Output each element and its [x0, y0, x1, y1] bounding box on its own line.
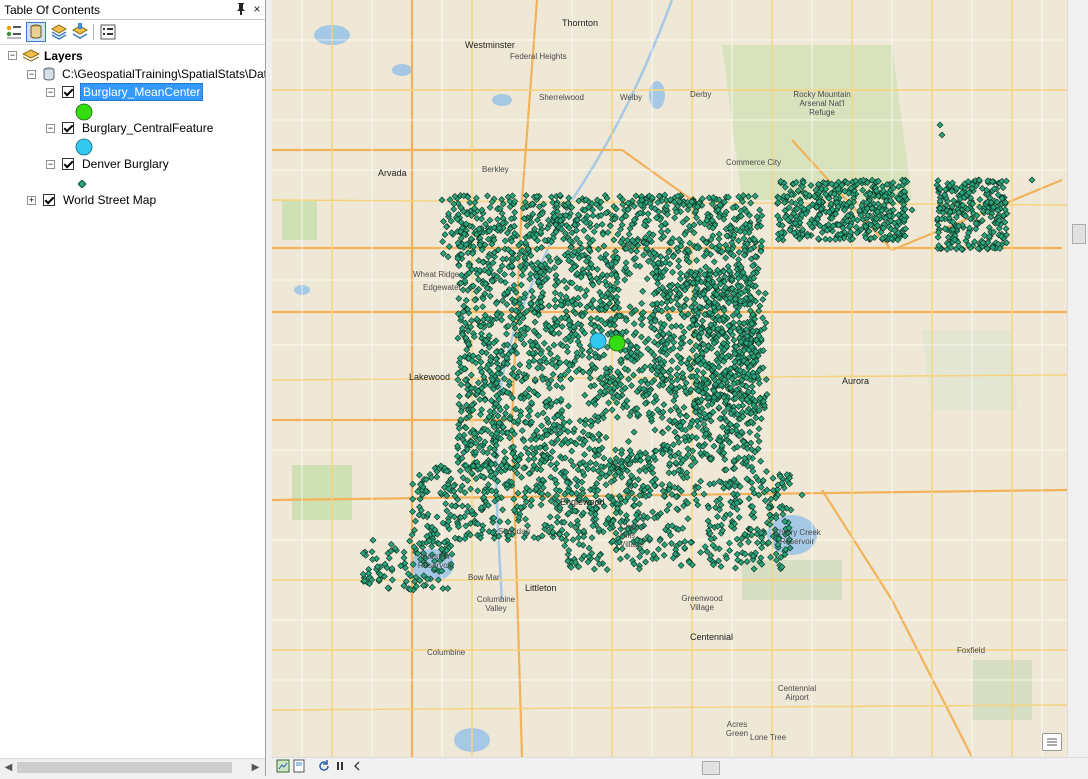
layer-tree: − Layers − C:\GeospatialTraining\Spatial…	[0, 45, 265, 755]
scroll-thumb[interactable]	[17, 762, 232, 773]
toc-title-bar: Table Of Contents ×	[0, 0, 265, 20]
place-label: Columbine	[427, 648, 466, 657]
place-label: Greenwood Village	[681, 594, 723, 612]
place-label: Welby	[620, 93, 643, 102]
layer-visibility-checkbox[interactable]	[43, 194, 55, 206]
data-source-path: C:\GeospatialTraining\SpatialStats\Dat	[62, 67, 265, 81]
tree-data-source[interactable]: − C:\GeospatialTraining\SpatialStats\Dat	[0, 65, 265, 83]
list-by-visibility-icon[interactable]	[49, 22, 69, 42]
layers-root-label: Layers	[44, 49, 83, 63]
toc-horizontal-scrollbar[interactable]: ◀ ▶	[0, 758, 265, 776]
place-label: Lone Tree	[750, 733, 787, 742]
place-label: Columbine Valley	[476, 595, 516, 613]
toc-title: Table Of Contents	[4, 3, 101, 17]
layer-label[interactable]: Burglary_CentralFeature	[82, 119, 213, 137]
layer-visibility-checkbox[interactable]	[62, 158, 74, 170]
layout-view-icon[interactable]	[291, 759, 307, 775]
place-label: Berkley	[482, 165, 509, 174]
city-label: Lakewood	[409, 372, 451, 382]
place-label: Edgewater	[423, 283, 462, 292]
close-icon[interactable]: ×	[250, 1, 264, 17]
place-label: Foxfield	[957, 646, 986, 655]
place-label: Federal Heights	[510, 52, 567, 61]
city-label: Englewood	[560, 497, 605, 507]
table-of-contents-panel: Table Of Contents × − Layers − C:\Geospa…	[0, 0, 266, 776]
place-label: Commerce City	[726, 158, 782, 167]
arsenal-refuge-park	[722, 45, 912, 200]
toolbar-separator	[93, 24, 94, 40]
pause-icon[interactable]	[332, 759, 348, 775]
layer-row-world-street-map[interactable]: + World Street Map	[0, 191, 265, 209]
map-vertical-scrollbar[interactable]	[1067, 0, 1088, 757]
map-status-bar	[272, 757, 1088, 777]
scroll-left-icon[interactable]: ◀	[0, 759, 17, 776]
world-street-map-basemap	[272, 0, 1067, 757]
city-label: Westminster	[465, 40, 515, 50]
pin-icon[interactable]	[234, 1, 248, 17]
map-view[interactable]: Thornton Westminster Arvada Lakewood Aur…	[272, 0, 1067, 757]
collapse-icon[interactable]: −	[46, 124, 55, 133]
city-label: Arvada	[378, 168, 407, 178]
scroll-left-icon[interactable]	[349, 759, 365, 775]
mean-center-marker	[608, 334, 626, 352]
layer-row-denver-burglary[interactable]: − Denver Burglary	[0, 155, 265, 173]
place-label: Sherrelwood	[539, 93, 584, 102]
scroll-right-icon[interactable]: ▶	[247, 759, 264, 776]
data-view-icon[interactable]	[275, 759, 291, 775]
place-label: Centennial Airport	[777, 684, 817, 702]
burglary-point-symbol	[77, 177, 87, 191]
city-label: Thornton	[562, 18, 599, 28]
database-icon	[42, 67, 56, 83]
map-horizontal-scroll-thumb[interactable]	[702, 761, 720, 775]
place-label: Cherry Creek Reservoir	[773, 528, 821, 546]
place-label: Wheat Ridge	[413, 270, 460, 279]
legend-icon[interactable]	[1042, 733, 1062, 751]
refresh-icon[interactable]	[316, 759, 332, 775]
collapse-icon[interactable]: −	[46, 160, 55, 169]
layer-row-central-feature[interactable]: − Burglary_CentralFeature	[0, 119, 265, 137]
scroll-thumb[interactable]	[1072, 224, 1086, 244]
place-label: Rocky Mountain Arsenal Nat'l Refuge	[793, 90, 851, 117]
city-label: Centennial	[690, 632, 734, 642]
place-label: Cherry Hills Village	[620, 522, 645, 549]
city-label: Aurora	[842, 376, 870, 386]
place-label: Bow Mar	[468, 573, 500, 582]
city-label: Littleton	[525, 583, 557, 593]
layer-label[interactable]: Denver Burglary	[82, 155, 169, 173]
layer-row-mean-center[interactable]: − Burglary_MeanCenter	[0, 83, 265, 101]
options-icon[interactable]	[98, 22, 118, 42]
layer-label[interactable]: Burglary_MeanCenter	[80, 83, 204, 101]
list-by-drawing-order-icon[interactable]	[4, 22, 24, 42]
layer-visibility-checkbox[interactable]	[62, 86, 74, 98]
collapse-icon[interactable]: −	[27, 70, 36, 79]
list-by-selection-icon[interactable]	[70, 22, 90, 42]
list-by-source-icon[interactable]	[26, 22, 46, 42]
layer-label[interactable]: World Street Map	[63, 191, 156, 209]
layer-visibility-checkbox[interactable]	[62, 122, 74, 134]
toc-toolbar	[0, 20, 265, 45]
place-label: Derby	[690, 90, 712, 99]
collapse-icon[interactable]: −	[46, 88, 55, 97]
place-label: Acres Green	[725, 720, 749, 738]
collapse-icon[interactable]: −	[8, 51, 17, 60]
central-feature-marker	[589, 332, 607, 350]
place-label: Sheridan	[498, 527, 531, 536]
place-label: Marston Reservoir	[417, 552, 453, 570]
tree-root-layers[interactable]: − Layers	[0, 47, 265, 65]
expand-icon[interactable]: +	[27, 196, 36, 205]
